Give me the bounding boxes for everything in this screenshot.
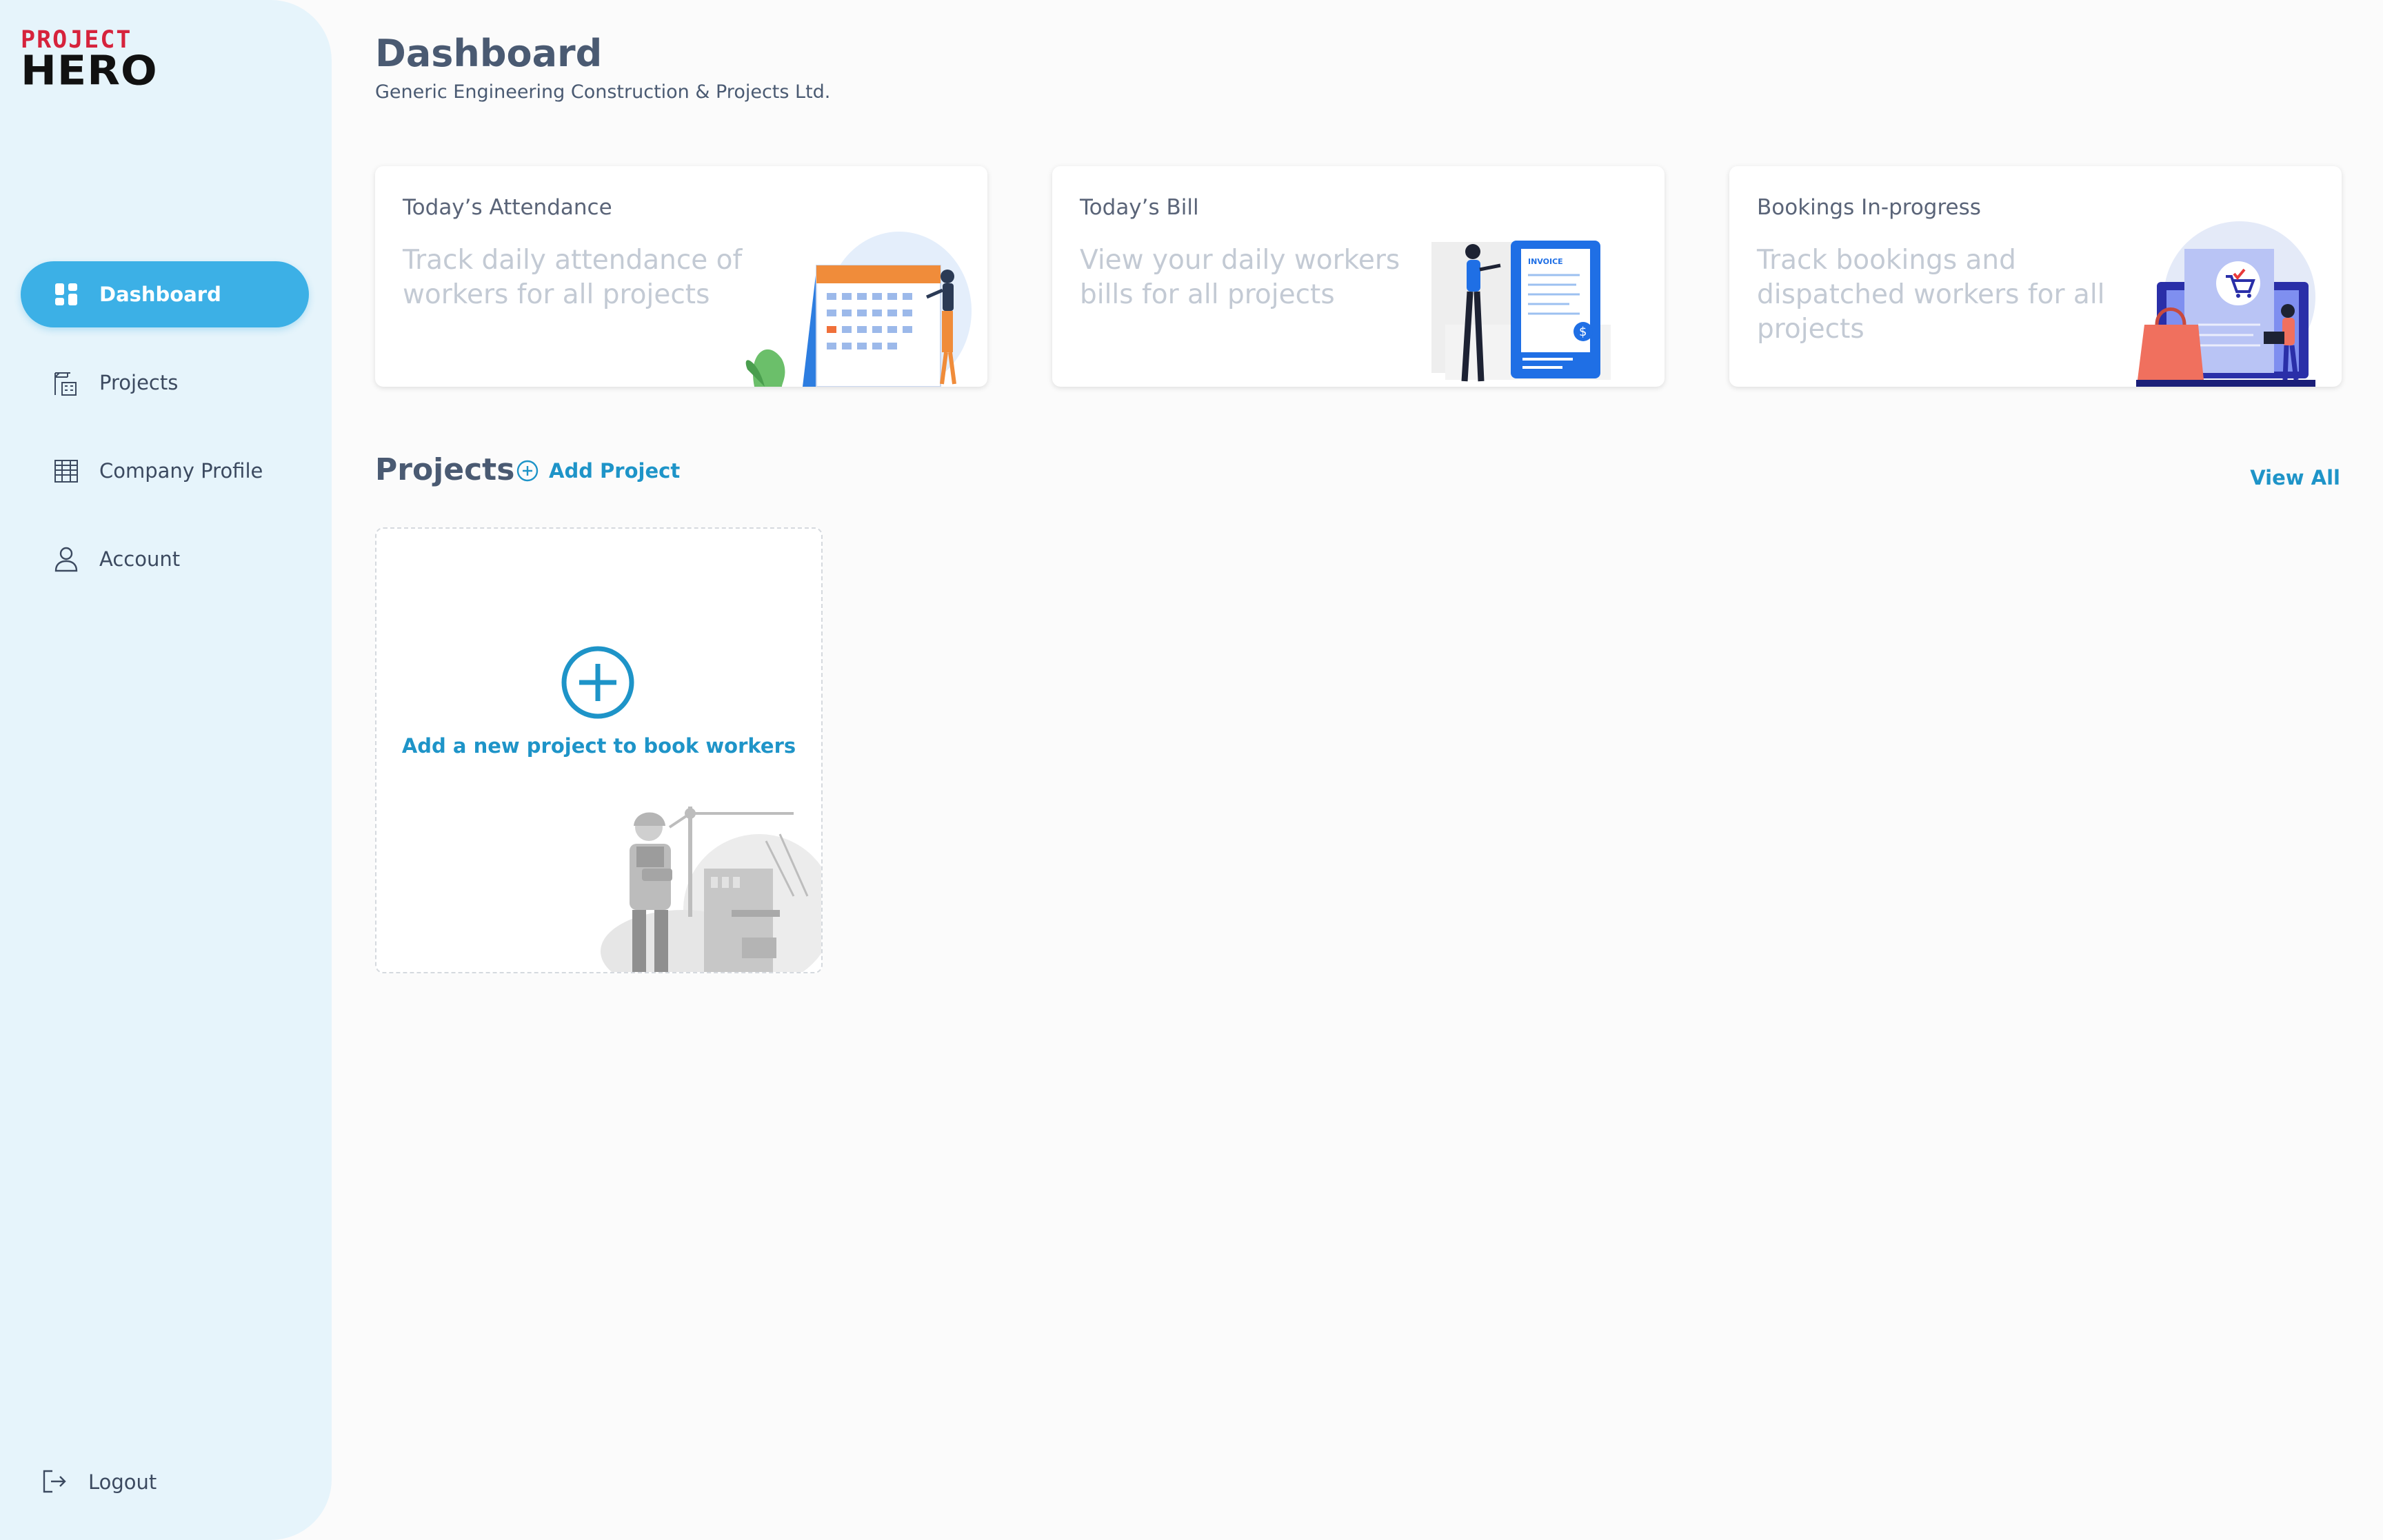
office-building-icon — [52, 457, 80, 485]
svg-text:$: $ — [1579, 325, 1587, 339]
card-description: Track bookings and dispatched workers fo… — [1757, 245, 2105, 345]
projects-section-title: Projects — [375, 452, 515, 487]
bookings-card[interactable]: Bookings In-progress Track bookings and … — [1729, 166, 2342, 387]
sidebar-nav: Dashboard Projects Company Profile Accou… — [21, 261, 309, 614]
card-description: Track daily attendance of workers for al… — [403, 245, 743, 310]
logo-line-hero: HERO — [21, 46, 158, 94]
add-circle-icon — [561, 646, 634, 719]
shopping-laptop-illustration — [2136, 221, 2315, 387]
logout-icon — [41, 1468, 69, 1496]
sidebar-item-account[interactable]: Account — [21, 526, 309, 592]
card-title: Today’s Bill — [1080, 195, 1199, 220]
sidebar-item-company-profile[interactable]: Company Profile — [21, 438, 309, 504]
attendance-card[interactable]: Today’s Attendance Track daily attendanc… — [375, 166, 987, 387]
add-project-link[interactable]: Add Project — [516, 459, 680, 483]
sidebar-item-projects[interactable]: Projects — [21, 349, 309, 416]
sidebar-item-label: Account — [99, 547, 181, 571]
add-circle-icon — [516, 459, 539, 483]
card-title: Bookings In-progress — [1757, 195, 1981, 220]
card-description: View your daily workers bills for all pr… — [1080, 245, 1400, 310]
add-new-project-card[interactable]: Add a new project to book workers — [375, 527, 823, 973]
sidebar-item-label: Dashboard — [99, 283, 221, 306]
crane-building-icon — [52, 369, 80, 396]
construction-worker-illustration — [601, 807, 821, 972]
logout-button[interactable]: Logout — [41, 1468, 157, 1496]
logout-label: Logout — [88, 1470, 157, 1494]
sidebar: PROJECT HERO Dashboard Projects Company … — [0, 0, 332, 1540]
add-project-label: Add Project — [549, 459, 681, 483]
page-title: Dashboard — [375, 32, 603, 75]
view-all-link[interactable]: View All — [2250, 466, 2340, 489]
svg-text:INVOICE: INVOICE — [1528, 257, 1563, 266]
company-name: Generic Engineering Construction & Proje… — [375, 81, 831, 103]
user-icon — [52, 545, 80, 573]
invoice-illustration: INVOICE $ — [1431, 241, 1611, 382]
dashboard-grid-icon — [52, 281, 80, 308]
project-hero-logo[interactable]: PROJECT HERO — [21, 28, 179, 94]
bill-card[interactable]: Today’s Bill View your daily workers bil… — [1052, 166, 1665, 387]
sidebar-item-label: Company Profile — [99, 459, 263, 483]
card-title: Today’s Attendance — [403, 195, 612, 220]
sidebar-item-label: Projects — [99, 371, 179, 394]
calendar-illustration — [745, 232, 972, 387]
add-project-prompt: Add a new project to book workers — [401, 734, 796, 758]
sidebar-item-dashboard[interactable]: Dashboard — [21, 261, 309, 327]
